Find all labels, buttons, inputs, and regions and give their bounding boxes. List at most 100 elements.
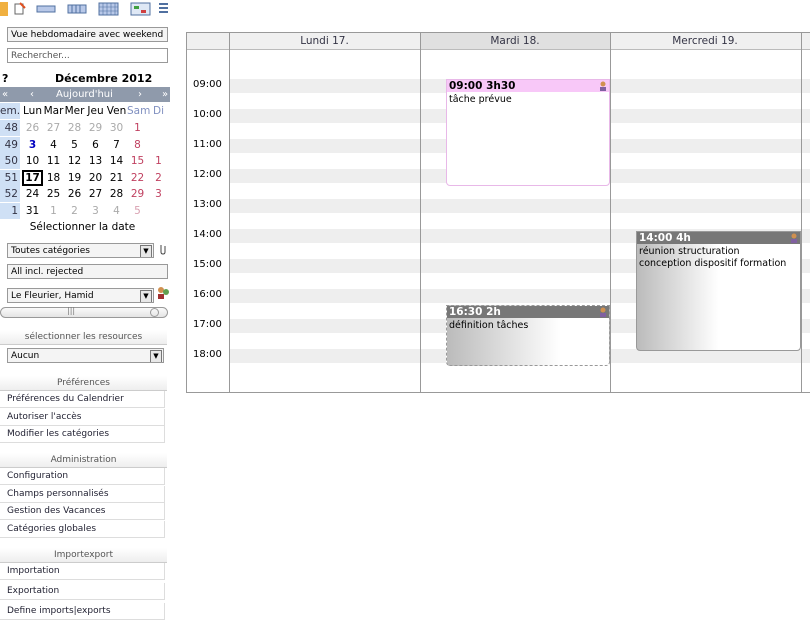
week-number[interactable]: 50: [0, 153, 20, 170]
mini-calendar-day[interactable]: 27: [85, 186, 106, 202]
mini-calendar-day[interactable]: 18: [43, 170, 64, 186]
hour-label: 13:00: [193, 199, 222, 210]
hour-label: 09:00: [193, 79, 222, 90]
last-month-button[interactable]: »: [162, 87, 168, 102]
calendar-event[interactable]: 09:00 3h30 tâche prévue: [446, 79, 610, 186]
paperclip-icon[interactable]: [158, 243, 168, 255]
sidebar-link[interactable]: Gestion des Vacances: [0, 503, 165, 520]
mini-calendar-day[interactable]: 21: [106, 170, 127, 186]
week-number[interactable]: 49: [0, 136, 20, 153]
mini-calendar-day[interactable]: 4: [106, 203, 127, 219]
mini-calendar-day[interactable]: 8: [127, 137, 148, 153]
owner-select[interactable]: Le Fleurier, Hamid ▼: [7, 288, 154, 303]
day-header[interactable]: Lundi 17.: [229, 33, 420, 50]
horizontal-scrollbar[interactable]: |||: [0, 306, 168, 318]
mini-calendar-day[interactable]: 25: [43, 186, 64, 202]
mini-calendar-month: Décembre 2012: [55, 72, 153, 85]
mini-calendar-day[interactable]: 31: [22, 203, 43, 219]
resources-select[interactable]: Aucun ▼: [7, 348, 164, 363]
week-number[interactable]: 51: [0, 169, 20, 186]
mini-calendar-day[interactable]: 11: [43, 153, 64, 169]
mini-calendar-day[interactable]: 4: [43, 137, 64, 153]
week-view-icon[interactable]: [67, 2, 87, 16]
status-select[interactable]: All incl. rejected: [7, 264, 168, 279]
mini-calendar-day[interactable]: 1: [43, 203, 64, 219]
resources-section-header: sélectionner les resources: [0, 330, 167, 345]
mini-calendar-day[interactable]: 28: [64, 120, 85, 136]
mini-calendar-day[interactable]: [148, 120, 169, 136]
week-number[interactable]: 48: [0, 120, 20, 136]
day-view-icon[interactable]: [36, 2, 56, 16]
help-button[interactable]: ?: [2, 71, 8, 87]
sidebar-link[interactable]: Préférences du Calendrier: [0, 391, 165, 408]
mini-calendar-day[interactable]: [148, 137, 169, 153]
scroll-handle[interactable]: [150, 308, 159, 317]
mini-calendar-day[interactable]: 5: [127, 203, 148, 219]
week-number[interactable]: 52: [0, 186, 20, 203]
weekday-header: Jeu: [87, 105, 104, 117]
calendar-event[interactable]: 16:30 2h définition tâches: [446, 305, 610, 366]
mini-calendar-day[interactable]: 28: [106, 186, 127, 202]
view-select[interactable]: Vue hebdomadaire avec weekend: [7, 27, 168, 42]
planner-view-icon[interactable]: [130, 2, 151, 16]
hour-label: 16:00: [193, 289, 222, 300]
calendar-event[interactable]: 14:00 4h réunion structuration conception …: [636, 231, 801, 351]
mini-calendar-day[interactable]: 29: [85, 120, 106, 136]
mini-calendar-day[interactable]: 24: [22, 186, 43, 202]
section-header-0: Préférences: [0, 376, 167, 391]
prev-month-button[interactable]: ‹: [30, 87, 34, 102]
mini-calendar-day[interactable]: 3: [22, 137, 43, 153]
mini-calendar-day[interactable]: 26: [64, 186, 85, 202]
search-input[interactable]: Rechercher...: [7, 48, 168, 63]
scroll-grip-icon: |||: [67, 306, 76, 315]
sidebar-link[interactable]: Champs personnalisés: [0, 485, 165, 503]
select-date-label: Sélectionner la date: [29, 221, 136, 233]
category-select[interactable]: Toutes catégories ▼: [7, 243, 154, 258]
sidebar-link[interactable]: Modifier les catégories: [0, 426, 165, 443]
sidebar-link[interactable]: Autoriser l'accès: [0, 408, 165, 426]
month-view-icon[interactable]: [98, 2, 119, 16]
mini-calendar-day[interactable]: 2: [148, 170, 169, 186]
mini-calendar-day[interactable]: 30: [106, 120, 127, 136]
participant-icon: [598, 307, 608, 317]
mini-calendar-day[interactable]: 3: [85, 203, 106, 219]
mini-calendar-day[interactable]: 26: [22, 120, 43, 136]
users-icon[interactable]: [157, 286, 169, 300]
mini-calendar-day[interactable]: 2: [64, 203, 85, 219]
sidebar-link[interactable]: Catégories globales: [0, 520, 165, 538]
mini-calendar-day[interactable]: 15: [127, 153, 148, 169]
mini-calendar-day[interactable]: 14: [106, 153, 127, 169]
mini-calendar-day[interactable]: 19: [64, 170, 85, 186]
mini-calendar-day[interactable]: 3: [148, 186, 169, 202]
new-event-icon[interactable]: [14, 2, 26, 16]
chevron-down-icon: ▼: [140, 245, 152, 257]
today-button[interactable]: Aujourd'hui: [56, 87, 113, 102]
mini-calendar-day[interactable]: 12: [64, 153, 85, 169]
home-icon[interactable]: [0, 2, 8, 16]
sidebar-link[interactable]: Importation: [0, 563, 165, 580]
sidebar-link[interactable]: Exportation: [0, 583, 165, 600]
mini-calendar-day[interactable]: 6: [85, 137, 106, 153]
mini-calendar-day[interactable]: 20: [85, 170, 106, 186]
list-view-icon[interactable]: [159, 2, 168, 16]
day-header[interactable]: Mardi 18.: [420, 33, 610, 50]
mini-calendar-day[interactable]: 27: [43, 120, 64, 136]
mini-calendar-day[interactable]: [148, 203, 169, 219]
mini-calendar-day[interactable]: 7: [106, 137, 127, 153]
first-month-button[interactable]: «: [2, 87, 8, 102]
mini-calendar-day[interactable]: 17: [22, 169, 43, 186]
next-month-button[interactable]: ›: [138, 87, 142, 102]
mini-calendar-header: ? Décembre 2012: [0, 71, 170, 87]
day-header[interactable]: Mercredi 19.: [610, 33, 800, 50]
mini-calendar-day[interactable]: 10: [22, 153, 43, 169]
mini-calendar-day[interactable]: 1: [127, 120, 148, 136]
hour-label: 10:00: [193, 109, 222, 120]
sidebar-link[interactable]: Define imports|exports: [0, 603, 165, 620]
mini-calendar-day[interactable]: 22: [127, 170, 148, 186]
mini-calendar-day[interactable]: 29: [127, 186, 148, 202]
mini-calendar-day[interactable]: 1: [148, 153, 169, 169]
sidebar-link[interactable]: Configuration: [0, 468, 165, 485]
mini-calendar-day[interactable]: 5: [64, 137, 85, 153]
mini-calendar-day[interactable]: 13: [85, 153, 106, 169]
week-number[interactable]: 1: [0, 203, 20, 219]
